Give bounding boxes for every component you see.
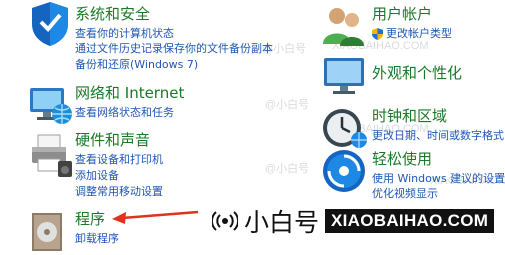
appearance-monitor-icon [324,58,364,94]
category-title-appearance[interactable]: 外观和个性化 [372,65,462,82]
arrow-annotation [112,210,199,224]
link-backup-restore[interactable]: 备份和还原(Windows 7) [75,58,198,71]
brand-watermark: 小白号 XIAOBAIHAO.COM [212,203,495,239]
watermark-text: @小白号 [265,163,310,175]
link-use-recommended-settings[interactable]: 使用 Windows 建议的设置 [372,172,505,185]
link-change-date-time-format[interactable]: 更改日期、时间或数字格式 [372,129,504,142]
broadcast-icon [212,211,238,231]
link-optimize-visual-display[interactable]: 优化视频显示 [372,187,438,200]
users-icon [323,8,364,46]
link-view-computer-status[interactable]: 查看你的计算机状态 [75,27,174,40]
brand-name-cn: 小白号 [244,208,320,237]
link-view-devices-printers[interactable]: 查看设备和打印机 [75,153,163,166]
printer-icon [32,134,72,177]
category-title-user-accounts[interactable]: 用户帐户 [372,6,432,23]
shield-icon [32,2,68,46]
network-globe-icon [30,88,72,124]
category-title-clock[interactable]: 时钟和区域 [372,108,447,125]
watermark-text: @小白号 [265,99,310,111]
uac-shield-icon [372,28,383,40]
programs-disc-icon [32,213,62,251]
category-title-hardware[interactable]: 硬件和声音 [75,132,150,149]
category-title-system-security[interactable]: 系统和安全 [75,6,150,23]
ease-of-access-icon [323,150,365,192]
brand-domain: XIAOBAIHAO.COM [325,209,495,233]
clock-icon [323,109,367,148]
category-title-network[interactable]: 网络和 Internet [75,85,184,102]
link-adjust-mobility-settings[interactable]: 调整常用移动设置 [75,185,163,198]
link-add-device[interactable]: 添加设备 [75,169,119,182]
link-change-account-type[interactable]: 更改帐户类型 [386,27,452,40]
category-title-ease[interactable]: 轻松使用 [372,151,432,168]
link-file-history-backup[interactable]: 通过文件历史记录保存你的文件备份副本 [75,42,273,55]
link-view-network-status[interactable]: 查看网络状态和任务 [75,106,174,119]
link-uninstall-program[interactable]: 卸载程序 [75,232,119,245]
